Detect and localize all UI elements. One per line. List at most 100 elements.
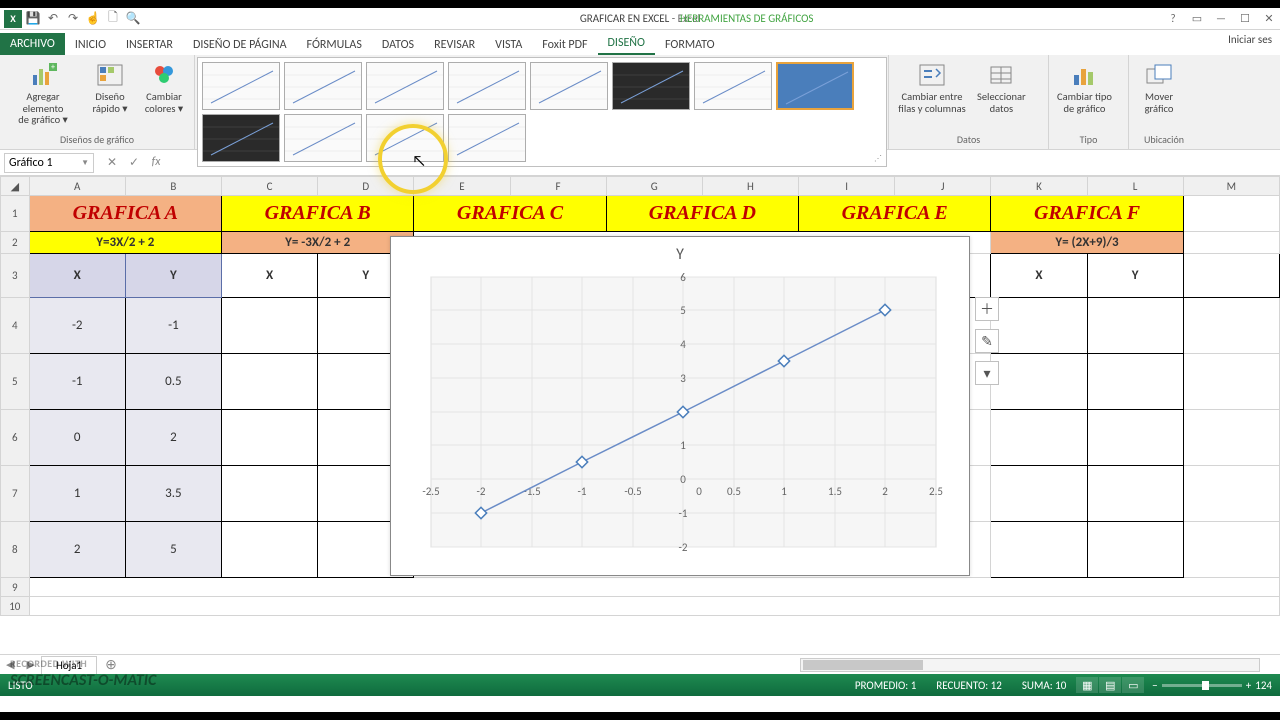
col-header-f[interactable]: F	[510, 177, 606, 196]
close-icon[interactable]: ✕	[1262, 12, 1276, 25]
print-preview-icon[interactable]: 🔍	[124, 10, 142, 28]
maximize-icon[interactable]: ☐	[1238, 12, 1252, 25]
cell[interactable]	[29, 597, 1279, 616]
cell-b4[interactable]: -1	[125, 298, 221, 354]
col-header-m[interactable]: M	[1183, 177, 1279, 196]
cell-y-a[interactable]: Y	[125, 254, 221, 298]
cell-a8[interactable]: 2	[29, 522, 125, 578]
view-normal-icon[interactable]: ▦	[1076, 677, 1098, 693]
cell[interactable]	[29, 578, 1279, 597]
cell-formula-b[interactable]: Y= -3X/2 + 2	[221, 232, 413, 254]
cell[interactable]	[1087, 298, 1183, 354]
row-header-5[interactable]: 5	[1, 354, 30, 410]
horizontal-scrollbar[interactable]	[800, 658, 1260, 672]
row-header-9[interactable]: 9	[1, 578, 30, 597]
chart-filters-button[interactable]: ▾	[975, 361, 999, 385]
tab-formulas[interactable]: FÓRMULAS	[297, 34, 372, 55]
cell[interactable]	[991, 354, 1087, 410]
zoom-slider[interactable]	[1162, 684, 1242, 687]
view-page-break-icon[interactable]: ▭	[1122, 677, 1144, 693]
chart-style-7[interactable]	[694, 62, 772, 110]
tab-inicio[interactable]: INICIO	[65, 34, 116, 55]
cell[interactable]	[221, 522, 317, 578]
col-header-k[interactable]: K	[991, 177, 1087, 196]
name-box[interactable]: Gráfico 1▼	[4, 153, 94, 173]
cell-grafica-f[interactable]: GRAFICA F	[991, 196, 1183, 232]
col-header-g[interactable]: G	[606, 177, 702, 196]
cell[interactable]	[1183, 522, 1279, 578]
chart-style-1[interactable]	[202, 62, 280, 110]
chart-style-6[interactable]	[612, 62, 690, 110]
cell[interactable]	[1183, 298, 1279, 354]
col-header-j[interactable]: J	[895, 177, 991, 196]
cell[interactable]	[1183, 254, 1279, 298]
spreadsheet-grid[interactable]: ◢ A B C D E F G H I J K L M 1 GRAFICA A …	[0, 176, 1280, 654]
row-header-1[interactable]: 1	[1, 196, 30, 232]
col-header-h[interactable]: H	[702, 177, 798, 196]
zoom-out-icon[interactable]: −	[1152, 679, 1157, 692]
save-icon[interactable]: 💾	[24, 10, 42, 28]
switch-row-column-button[interactable]: Cambiar entre filas y columnas	[893, 59, 971, 133]
undo-icon[interactable]: ↶	[44, 10, 62, 28]
cell[interactable]	[221, 410, 317, 466]
cell-formula-f[interactable]: Y= (2X+9)/3	[991, 232, 1183, 254]
row-header-10[interactable]: 10	[1, 597, 30, 616]
chart-style-8[interactable]	[776, 62, 854, 110]
change-chart-type-button[interactable]: Cambiar tipo de gráfico	[1053, 59, 1116, 133]
zoom-level[interactable]: 124	[1255, 679, 1272, 692]
cell[interactable]	[991, 410, 1087, 466]
tab-datos[interactable]: DATOS	[372, 34, 424, 55]
cell-formula-a[interactable]: Y=3X/2 + 2	[29, 232, 221, 254]
cell[interactable]	[991, 298, 1087, 354]
row-header-3[interactable]: 3	[1, 254, 30, 298]
excel-icon[interactable]: X	[4, 10, 22, 28]
chart-style-9[interactable]	[202, 114, 280, 162]
cell-a5[interactable]: -1	[29, 354, 125, 410]
cell-grafica-d[interactable]: GRAFICA D	[606, 196, 798, 232]
cell[interactable]	[1183, 232, 1279, 254]
col-header-a[interactable]: A	[29, 177, 125, 196]
cell-x-f[interactable]: X	[991, 254, 1087, 298]
tab-vista[interactable]: VISTA	[485, 34, 532, 55]
select-all-corner[interactable]: ◢	[1, 177, 30, 196]
touch-icon[interactable]: ☝	[84, 10, 102, 28]
redo-icon[interactable]: ↷	[64, 10, 82, 28]
col-header-e[interactable]: E	[414, 177, 510, 196]
chart-style-3[interactable]	[366, 62, 444, 110]
row-header-7[interactable]: 7	[1, 466, 30, 522]
move-chart-button[interactable]: Mover gráfico	[1133, 59, 1185, 133]
chart-style-11[interactable]	[366, 114, 444, 162]
col-header-i[interactable]: I	[799, 177, 895, 196]
cell-grafica-c[interactable]: GRAFICA C	[414, 196, 606, 232]
row-header-2[interactable]: 2	[1, 232, 30, 254]
cell[interactable]	[221, 354, 317, 410]
quick-layout-button[interactable]: Diseño rápido ▾	[84, 59, 136, 133]
tab-formato[interactable]: FORMATO	[655, 34, 725, 55]
chart-style-10[interactable]	[284, 114, 362, 162]
cell[interactable]	[1087, 354, 1183, 410]
select-data-button[interactable]: Seleccionar datos	[973, 59, 1030, 133]
cell[interactable]	[1183, 410, 1279, 466]
view-page-layout-icon[interactable]: ▤	[1099, 677, 1121, 693]
minimize-icon[interactable]: —	[1214, 12, 1228, 25]
cell-b8[interactable]: 5	[125, 522, 221, 578]
tab-insertar[interactable]: INSERTAR	[116, 34, 183, 55]
cell[interactable]	[991, 466, 1087, 522]
tab-archivo[interactable]: ARCHIVO	[0, 33, 65, 55]
col-header-l[interactable]: L	[1087, 177, 1183, 196]
add-chart-element-button[interactable]: + Agregar elemento de gráfico ▾	[4, 59, 82, 133]
cell-a4[interactable]: -2	[29, 298, 125, 354]
row-header-8[interactable]: 8	[1, 522, 30, 578]
sign-in-link[interactable]: Iniciar ses	[1228, 33, 1272, 46]
cell-b5[interactable]: 0.5	[125, 354, 221, 410]
new-icon[interactable]: 🗋	[104, 10, 122, 28]
tab-foxit[interactable]: Foxit PDF	[532, 34, 597, 55]
zoom-in-icon[interactable]: +	[1246, 679, 1251, 692]
ribbon-options-icon[interactable]: ▭	[1190, 12, 1204, 25]
col-header-b[interactable]: B	[125, 177, 221, 196]
cell-a7[interactable]: 1	[29, 466, 125, 522]
confirm-formula-icon[interactable]: ✓	[124, 155, 144, 170]
cell-grafica-a[interactable]: GRAFICA A	[29, 196, 221, 232]
row-header-4[interactable]: 4	[1, 298, 30, 354]
cell-grafica-e[interactable]: GRAFICA E	[799, 196, 991, 232]
